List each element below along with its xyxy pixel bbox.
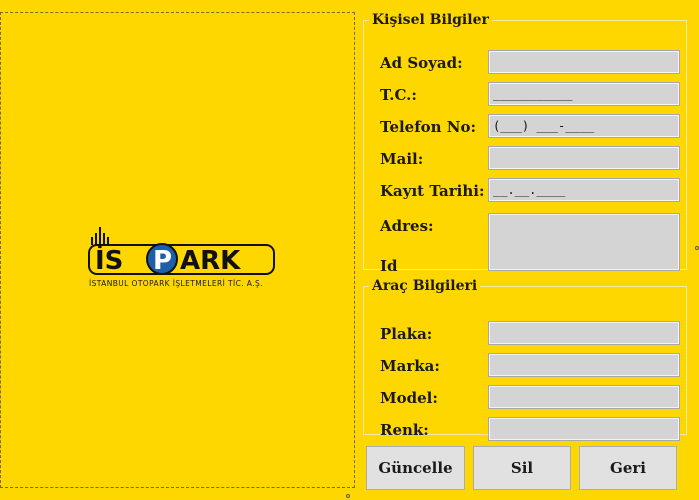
name-input[interactable]: [488, 50, 680, 74]
row-model: Model:: [364, 385, 686, 409]
registration-date-label: Kayıt Tarihi:: [380, 182, 485, 200]
tc-input[interactable]: ___________: [488, 82, 680, 106]
registration-date-input[interactable]: __.__.____: [488, 178, 680, 202]
row-registration-date: Kayıt Tarihi: __.__.____: [364, 178, 686, 202]
svg-text:İS: İS: [95, 244, 123, 276]
mail-input[interactable]: [488, 146, 680, 170]
resize-handle-bottom[interactable]: [346, 494, 350, 498]
personal-info-group: Kişisel Bilgiler Ad Soyad: T.C.: _______…: [363, 12, 687, 275]
row-name: Ad Soyad:: [364, 50, 686, 74]
brand-input[interactable]: [488, 353, 680, 377]
row-address: Adres:: [364, 213, 686, 271]
update-button[interactable]: Güncelle: [366, 446, 465, 490]
color-label: Renk:: [380, 421, 429, 439]
id-label: Id: [380, 257, 398, 275]
model-input[interactable]: [488, 385, 680, 409]
phone-input[interactable]: (___) ___-____: [488, 114, 680, 138]
address-label: Adres:: [380, 217, 434, 235]
row-id: Id: [364, 253, 686, 277]
vehicle-info-group: Araç Bilgileri Plaka: Marka: Model: Renk…: [363, 278, 687, 441]
ispark-logo: İS P ARK İSTANBUL OTOPARK İŞLETMELERİ Tİ…: [87, 227, 277, 297]
plate-input[interactable]: [488, 321, 680, 345]
svg-text:ARK: ARK: [180, 246, 241, 276]
row-phone: Telefon No: (___) ___-____: [364, 114, 686, 138]
vehicle-info-title: Araç Bilgileri: [372, 278, 478, 294]
row-mail: Mail:: [364, 146, 686, 170]
name-label: Ad Soyad:: [380, 54, 463, 72]
row-plate: Plaka:: [364, 321, 686, 345]
phone-label: Telefon No:: [380, 118, 477, 136]
mail-label: Mail:: [380, 150, 424, 168]
resize-handle[interactable]: [695, 246, 699, 250]
personal-info-title: Kişisel Bilgiler: [372, 12, 489, 28]
row-tc: T.C.: ___________: [364, 82, 686, 106]
ispark-logo-graphic: İS P ARK: [88, 227, 275, 276]
model-label: Model:: [380, 389, 438, 407]
logo-picturebox: İS P ARK İSTANBUL OTOPARK İŞLETMELERİ Tİ…: [0, 12, 355, 488]
brand-label: Marka:: [380, 357, 440, 375]
back-button[interactable]: Geri: [579, 446, 677, 490]
plate-label: Plaka:: [380, 325, 433, 343]
row-color: Renk:: [364, 417, 686, 441]
tc-label: T.C.:: [380, 86, 417, 104]
delete-button[interactable]: Sil: [473, 446, 571, 490]
color-input[interactable]: [488, 417, 680, 441]
svg-text:P: P: [153, 246, 172, 276]
row-brand: Marka:: [364, 353, 686, 377]
logo-subtitle: İSTANBUL OTOPARK İŞLETMELERİ TİC. A.Ş.: [89, 279, 263, 288]
